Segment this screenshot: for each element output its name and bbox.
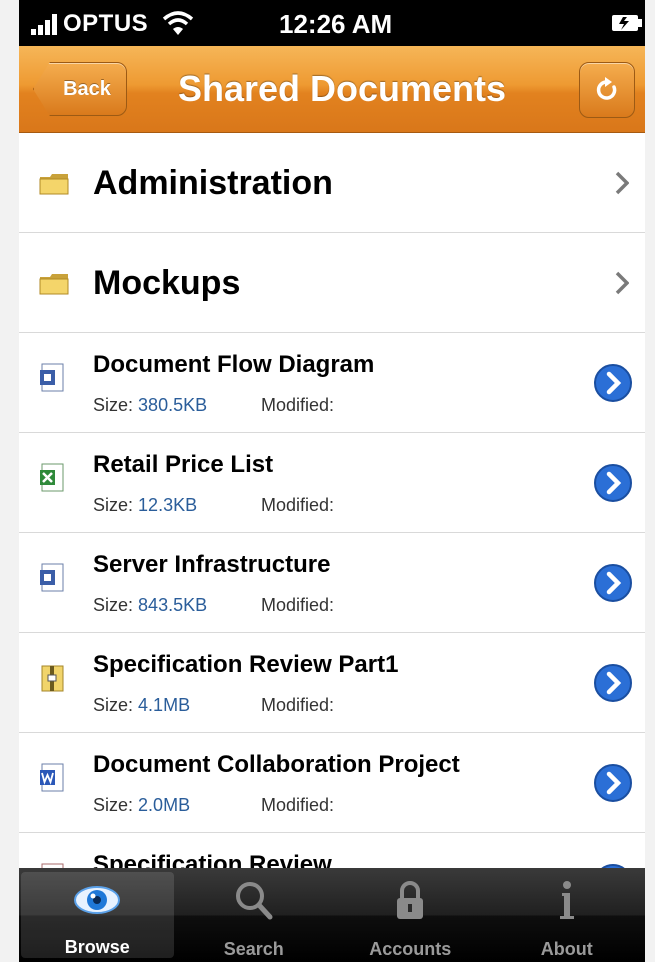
file-row[interactable]: Specification Review Part1 Size: 4.1MB M… xyxy=(19,633,645,733)
refresh-icon xyxy=(596,77,617,100)
file-meta: Size: 380.5KB Modified: xyxy=(93,395,334,416)
file-row[interactable]: Server Infrastructure Size: 843.5KB Modi… xyxy=(19,533,645,633)
size-label: Size: xyxy=(93,495,134,515)
wifi-icon xyxy=(162,11,194,35)
modified-label: Modified: xyxy=(261,495,335,515)
modified-label: Modified: xyxy=(261,595,335,615)
file-row[interactable]: Specification Review xyxy=(19,833,645,868)
eye-icon xyxy=(74,886,121,914)
folder-row[interactable]: Mockups xyxy=(19,233,645,333)
file-row[interactable]: Document Flow Diagram Size: 380.5KB Modi… xyxy=(19,333,645,433)
status-bar: OPTUS 12:26 AM xyxy=(19,0,645,46)
back-button[interactable]: Back xyxy=(33,62,127,116)
file-meta: Size: 12.3KB Modified: xyxy=(93,495,334,516)
tab-bar: Browse Search Accounts About xyxy=(19,868,645,962)
detail-disclosure-icon[interactable] xyxy=(593,763,633,803)
file-name: Server Infrastructure xyxy=(93,551,331,578)
phone-screen: OPTUS 12:26 AM Back Shared Documents Adm… xyxy=(19,0,645,962)
excel-file-icon xyxy=(40,463,64,492)
file-size: 4.1MB xyxy=(138,695,191,715)
chevron-right-icon xyxy=(615,271,629,295)
detail-disclosure-icon[interactable] xyxy=(593,563,633,603)
folder-name: Mockups xyxy=(93,264,241,302)
info-icon xyxy=(559,881,574,919)
file-size: 12.3KB xyxy=(138,495,198,515)
file-name: Document Flow Diagram xyxy=(93,351,375,378)
file-meta: Size: 2.0MB Modified: xyxy=(93,795,334,816)
file-size: 380.5KB xyxy=(138,395,208,415)
clock: 12:26 AM xyxy=(279,9,393,39)
tab-label: Search xyxy=(223,939,284,959)
file-meta: Size: 843.5KB Modified: xyxy=(93,595,334,616)
tab-browse[interactable]: Browse xyxy=(21,872,174,958)
size-label: Size: xyxy=(93,695,134,715)
detail-disclosure-icon[interactable] xyxy=(593,363,633,403)
visio-file-icon xyxy=(40,563,64,592)
modified-label: Modified: xyxy=(261,395,335,415)
document-list: Administration Mockups Document Flow Dia… xyxy=(19,133,645,868)
visio-file-icon xyxy=(40,363,64,392)
tab-about[interactable]: About xyxy=(489,868,646,962)
zip-file-icon xyxy=(41,665,64,692)
folder-icon xyxy=(39,274,69,295)
detail-disclosure-icon[interactable] xyxy=(593,463,633,503)
battery-charging-icon xyxy=(612,15,642,31)
magnifier-icon xyxy=(235,882,273,920)
tab-label: Browse xyxy=(64,937,130,957)
chevron-right-icon xyxy=(615,171,629,195)
modified-label: Modified: xyxy=(261,695,335,715)
tab-label: About xyxy=(540,939,593,959)
tab-label: Accounts xyxy=(369,939,452,959)
modified-label: Modified: xyxy=(261,795,335,815)
tab-search[interactable]: Search xyxy=(176,868,333,962)
navigation-bar: Back Shared Documents xyxy=(19,46,645,133)
file-size: 843.5KB xyxy=(138,595,208,615)
detail-disclosure-icon[interactable] xyxy=(593,663,633,703)
page-title: Shared Documents xyxy=(177,68,507,109)
tab-accounts[interactable]: Accounts xyxy=(332,868,489,962)
file-name: Specification Review Part1 xyxy=(93,651,399,678)
refresh-button[interactable] xyxy=(579,62,635,118)
file-row[interactable]: Retail Price List Size: 12.3KB Modified: xyxy=(19,433,645,533)
folder-name: Administration xyxy=(93,164,333,202)
folder-row[interactable]: Administration xyxy=(19,133,645,233)
folder-icon xyxy=(39,174,69,195)
size-label: Size: xyxy=(93,795,134,815)
lock-icon xyxy=(397,881,424,919)
file-name: Document Collaboration Project xyxy=(93,751,460,778)
carrier-name: OPTUS xyxy=(63,10,149,37)
file-meta: Size: 4.1MB Modified: xyxy=(93,695,334,716)
file-size: 2.0MB xyxy=(138,795,191,815)
signal-strength-icon xyxy=(31,13,61,35)
file-name: Retail Price List xyxy=(93,451,274,478)
size-label: Size: xyxy=(93,595,134,615)
file-row[interactable]: Document Collaboration Project Size: 2.0… xyxy=(19,733,645,833)
word-file-icon xyxy=(40,763,64,792)
file-name: Specification Review xyxy=(93,851,332,868)
size-label: Size: xyxy=(93,395,134,415)
